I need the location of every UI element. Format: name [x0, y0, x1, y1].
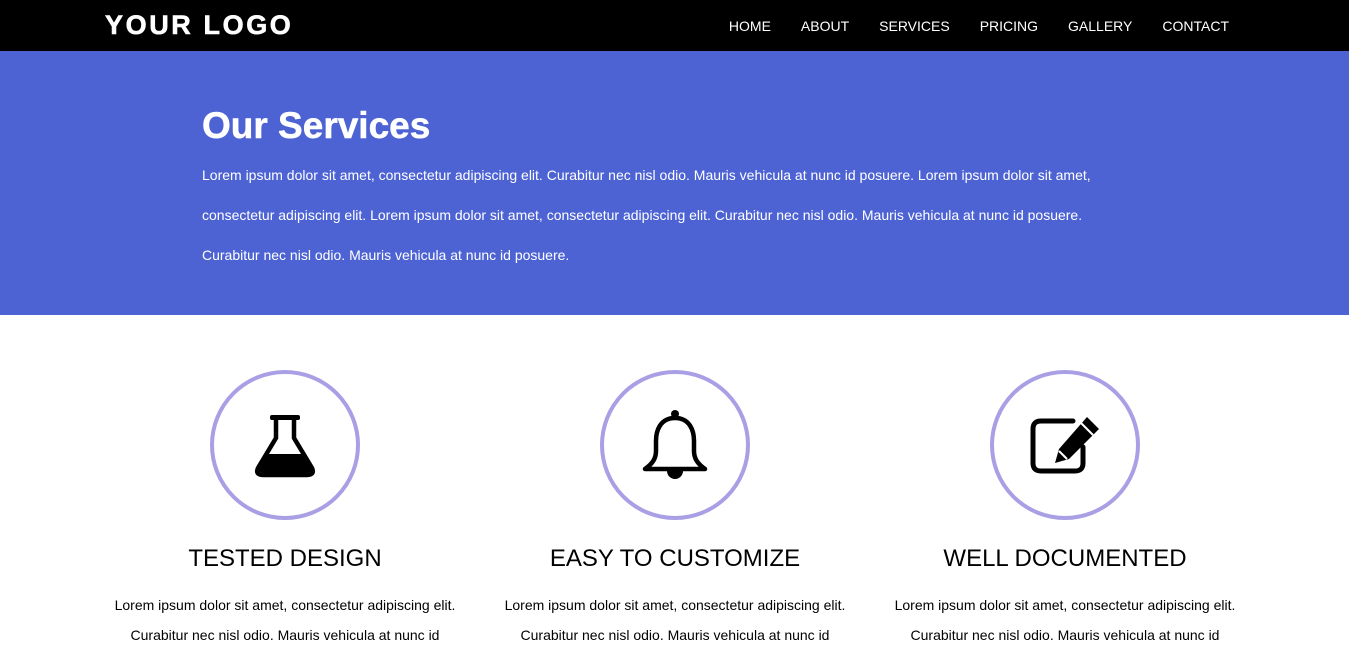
feature-icon-circle	[210, 370, 360, 520]
services-hero: Our Services Lorem ipsum dolor sit amet,…	[0, 51, 1349, 315]
nav-link-contact[interactable]: CONTACT	[1162, 18, 1229, 34]
feature-title: WELL DOCUMENTED	[943, 545, 1187, 572]
edit-icon	[1030, 417, 1099, 474]
bell-icon	[642, 410, 708, 479]
feature-title: TESTED DESIGN	[188, 545, 382, 572]
site-logo[interactable]: YOUR LOGO	[105, 9, 293, 41]
page-title: Our Services	[202, 105, 431, 147]
feature-title: EASY TO CUSTOMIZE	[549, 545, 801, 572]
nav-link-home[interactable]: HOME	[729, 18, 771, 34]
hero-description: Lorem ipsum dolor sit amet, consectetur …	[202, 167, 1091, 263]
flask-icon	[254, 415, 316, 478]
nav-link-gallery[interactable]: GALLERY	[1068, 18, 1132, 34]
main-nav: HOME ABOUT SERVICES PRICING GALLERY CONT…	[699, 0, 1229, 51]
feature-description: Lorem ipsum dolor sit amet, consectetur …	[504, 597, 846, 643]
feature-icon-circle	[990, 370, 1140, 520]
nav-link-pricing[interactable]: PRICING	[980, 18, 1038, 34]
feature-description: Lorem ipsum dolor sit amet, consectetur …	[894, 597, 1236, 643]
top-navbar: YOUR LOGO HOME ABOUT SERVICES PRICING GA…	[0, 0, 1349, 51]
nav-link-services[interactable]: SERVICES	[879, 18, 950, 34]
nav-link-about[interactable]: ABOUT	[801, 18, 849, 34]
features-section: TESTED DESIGN Lorem ipsum dolor sit amet…	[0, 315, 1349, 657]
feature-icon-circle	[600, 370, 750, 520]
feature-description: Lorem ipsum dolor sit amet, consectetur …	[114, 597, 456, 643]
